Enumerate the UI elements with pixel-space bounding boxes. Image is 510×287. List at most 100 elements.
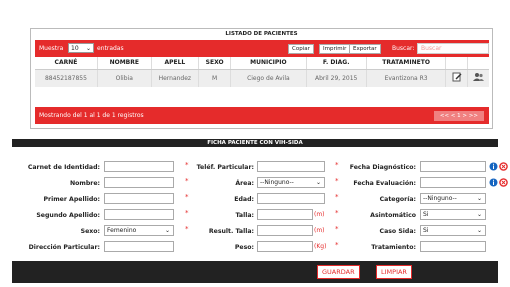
save-button[interactable]: GUARDAR (317, 265, 360, 279)
chevron-down-icon: ⌄ (476, 211, 482, 218)
pagination[interactable]: << < 1 > >> (433, 111, 484, 121)
chevron-down-icon: ⌄ (476, 195, 482, 202)
cell-tratamiento: Evantizona R3 (366, 69, 447, 87)
categoria-select-value: --Ninguno-- (423, 195, 457, 202)
required-asterisk: * (335, 209, 339, 217)
list-info: Mostrando del 1 al 1 de 1 registros (39, 112, 144, 119)
label-carnet: Carnet de Identidad: (27, 164, 100, 171)
label-area: Área: (235, 180, 254, 187)
show-suffix: entradas (97, 45, 124, 52)
required-asterisk: * (335, 193, 339, 201)
label-result-talla: Result. Talla: (208, 228, 254, 235)
print-button[interactable]: Imprimir (319, 44, 351, 54)
list-title: LISTADO DE PACIENTES (225, 31, 298, 37)
entries-select[interactable]: 10 ⌄ (68, 43, 94, 53)
asintomatico-select[interactable]: Si ⌄ (420, 209, 486, 220)
label-asintomatico: Asintomático (370, 212, 416, 219)
chevron-down-icon: ⌄ (315, 179, 321, 186)
col-nombre[interactable]: NOMBRE (97, 57, 152, 70)
users-icon[interactable] (472, 72, 484, 82)
unit-peso: (Kg) (314, 243, 327, 250)
required-asterisk: * (335, 161, 339, 169)
tratamiento-field[interactable] (420, 241, 486, 252)
col-edit (445, 57, 468, 70)
segundo-apellido-field[interactable] (104, 209, 174, 220)
label-nombre: Nombre: (69, 180, 100, 187)
list-toolbar: Muestra 10 ⌄ entradas Copiar Imprimir Exp… (35, 40, 489, 57)
label-fecha-evaluacion: Fecha Evaluación: (353, 180, 416, 187)
users-cell (467, 69, 489, 87)
carnet-field[interactable] (104, 161, 174, 172)
unit-result-talla: (m) (314, 227, 325, 234)
col-municipio[interactable]: MUNICIPIO (230, 57, 307, 70)
col-users (467, 57, 489, 70)
peso-field[interactable] (257, 241, 313, 252)
edit-cell (445, 69, 468, 87)
cell-fdiag: Abril 29, 2015 (306, 69, 367, 87)
required-asterisk: * (185, 193, 189, 201)
sexo-select-value: Femenino (107, 227, 137, 234)
caso-sida-select[interactable]: Si ⌄ (420, 225, 486, 236)
required-asterisk: * (335, 241, 339, 249)
primer-apellido-field[interactable] (104, 193, 174, 204)
label-edad: Edad: (234, 196, 254, 203)
label-caso-sida: Caso Sida: (379, 228, 416, 235)
col-sexo[interactable]: SEXO (198, 57, 232, 70)
label-tratamiento: Tratamiento: (371, 244, 416, 251)
label-categoria: Categoría: (379, 196, 416, 203)
clear-icon[interactable] (499, 162, 508, 171)
nombre-field[interactable] (104, 177, 174, 188)
required-asterisk: * (185, 177, 189, 185)
search-input[interactable]: Buscar (417, 43, 489, 54)
area-select[interactable]: --Ninguno-- ⌄ (257, 177, 325, 188)
fecha-evaluacion-field[interactable] (420, 177, 486, 188)
form-title: FICHA PACIENTE CON VIH-SIDA (12, 139, 498, 147)
clear-icon[interactable] (499, 178, 508, 187)
required-asterisk: * (335, 177, 339, 185)
unit-talla: (m) (314, 211, 325, 218)
required-asterisk: * (185, 209, 189, 217)
form-actions-bar: GUARDAR LIMPIAR (12, 261, 498, 283)
edad-field[interactable] (257, 193, 325, 204)
area-select-value: --Ninguno-- (260, 179, 294, 186)
label-primer-apellido: Primer Apellido: (43, 196, 101, 203)
search-label: Buscar: (392, 45, 415, 52)
col-carne[interactable]: CARNÉ (35, 57, 98, 70)
result-talla-field[interactable] (257, 225, 313, 236)
chevron-down-icon: ⌄ (164, 227, 170, 234)
table-header-row: CARNÉ NOMBRE APELL SEXO MUNICIPIO F. DIA… (35, 57, 489, 70)
list-footer: Mostrando del 1 al 1 de 1 registros << <… (35, 107, 489, 124)
label-talla: Talla: (235, 212, 255, 219)
sexo-select[interactable]: Femenino ⌄ (104, 225, 174, 236)
required-asterisk: * (185, 225, 189, 233)
caso-sida-select-value: Si (423, 227, 429, 234)
chevron-down-icon: ⌄ (85, 45, 91, 52)
fecha-diagnostico-field[interactable] (420, 161, 486, 172)
required-asterisk: * (335, 225, 339, 233)
direccion-field[interactable] (104, 241, 174, 252)
info-icon[interactable] (489, 162, 498, 171)
telefono-field[interactable] (257, 161, 325, 172)
cell-carne: 88452187855 (35, 69, 98, 87)
col-apell[interactable]: APELL (151, 57, 200, 70)
cell-municipio: Ciego de Avila (230, 69, 307, 87)
col-tratamiento[interactable]: TRATAMINETO (366, 57, 447, 70)
label-segundo-apellido: Segundo Apellido: (36, 212, 100, 219)
label-fecha-diagnostico: Fecha Diagnóstico: (349, 164, 416, 171)
categoria-select[interactable]: --Ninguno-- ⌄ (420, 193, 486, 204)
copy-button[interactable]: Copiar (288, 44, 314, 54)
export-button[interactable]: Exportar (349, 44, 381, 54)
asintomatico-select-value: Si (423, 211, 429, 218)
show-prefix: Muestra (39, 45, 64, 52)
col-fdiag[interactable]: F. DIAG. (306, 57, 367, 70)
label-direccion: Dirección Particular: (28, 244, 100, 251)
table-row[interactable]: 88452187855 Olibia Hernandez M Ciego de … (35, 69, 489, 87)
label-telefono: Teléf. Particular: (196, 164, 254, 171)
edit-icon[interactable] (452, 72, 462, 82)
patients-list-panel: LISTADO DE PACIENTES Muestra 10 ⌄ entrada… (30, 28, 493, 129)
label-sexo: Sexo: (80, 228, 100, 235)
talla-field[interactable] (257, 209, 313, 220)
patients-table: CARNÉ NOMBRE APELL SEXO MUNICIPIO F. DIA… (35, 57, 489, 87)
info-icon[interactable] (489, 178, 498, 187)
clear-button[interactable]: LIMPIAR (376, 265, 412, 279)
